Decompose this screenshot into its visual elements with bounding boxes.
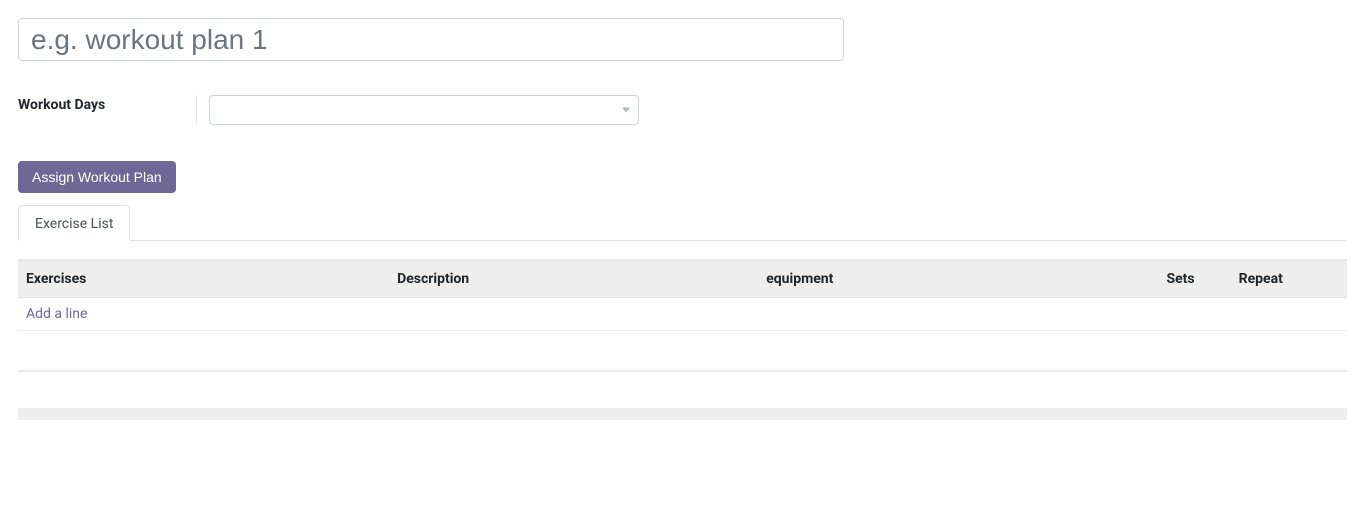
add-line-link[interactable]: Add a line xyxy=(26,306,87,322)
chevron-down-icon xyxy=(622,108,630,113)
tabs: Exercise List xyxy=(18,205,1347,241)
tab-exercise-list[interactable]: Exercise List xyxy=(18,205,130,241)
add-line-row: Add a line xyxy=(18,298,1347,331)
workout-days-label: Workout Days xyxy=(18,95,196,113)
footer-strip xyxy=(18,408,1347,420)
col-header-equipment[interactable]: equipment xyxy=(758,261,1126,298)
exercise-table: Exercises Description equipment Sets Rep… xyxy=(18,260,1347,371)
plan-name-input[interactable] xyxy=(18,18,844,61)
workout-days-select[interactable] xyxy=(209,95,639,125)
col-header-sets[interactable]: Sets xyxy=(1126,261,1218,298)
col-header-actions xyxy=(1307,261,1347,298)
col-header-description[interactable]: Description xyxy=(389,261,758,298)
exercise-table-wrap: Exercises Description equipment Sets Rep… xyxy=(18,259,1347,372)
table-header-row: Exercises Description equipment Sets Rep… xyxy=(18,261,1347,298)
workout-plan-form: Workout Days Assign Workout Plan Exercis… xyxy=(0,0,1365,420)
spacer-row xyxy=(18,331,1347,371)
assign-workout-plan-button[interactable]: Assign Workout Plan xyxy=(18,161,176,193)
workout-days-row: Workout Days xyxy=(18,95,1347,125)
col-header-repeat[interactable]: Repeat xyxy=(1219,261,1307,298)
field-separator xyxy=(196,95,197,125)
col-header-exercises[interactable]: Exercises xyxy=(18,261,389,298)
